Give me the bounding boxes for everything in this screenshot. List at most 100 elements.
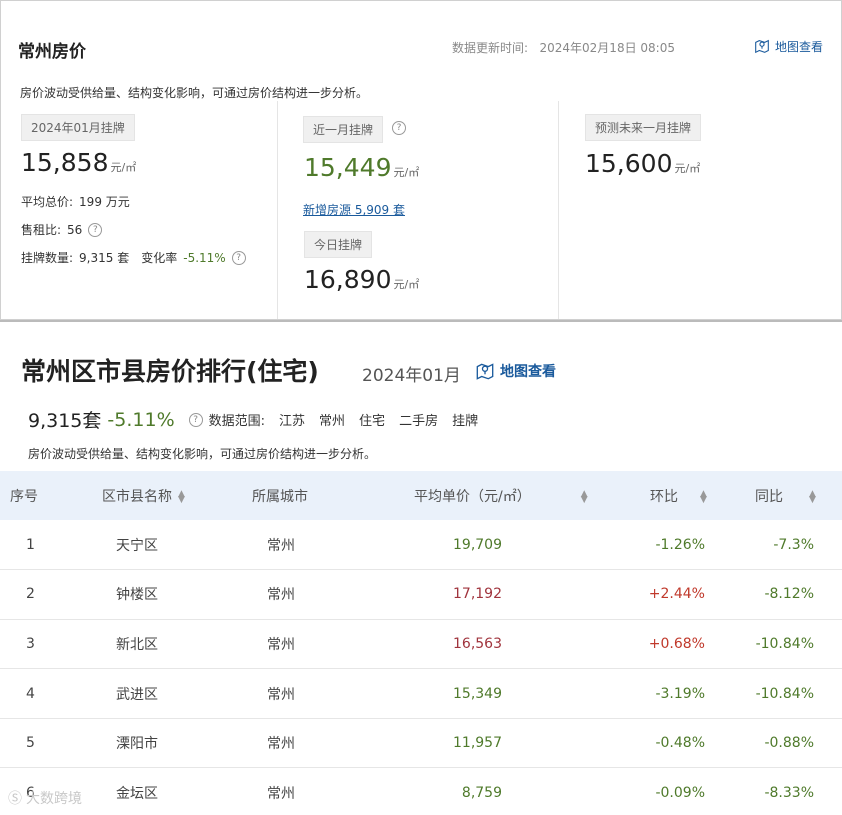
listing-count: 9,315套 <box>28 410 102 432</box>
change-rate: -5.11% <box>107 408 175 431</box>
cell-district: 武进区 <box>90 668 240 719</box>
table-row[interactable]: 6 金坛区 常州 8,759 -0.09% -8.33% <box>0 767 842 815</box>
listing-count-label: 挂牌数量: <box>21 251 74 265</box>
header-avg-price[interactable]: 平均单价（元/㎡） ▲ ▼ <box>380 471 610 520</box>
price-value: 16,890 <box>304 265 392 294</box>
table-row[interactable]: 1 天宁区 常州 19,709 -1.26% -7.3% <box>0 520 842 571</box>
map-view-link[interactable]: 地图查看 <box>753 37 823 55</box>
header-mom[interactable]: 环比 ▲ ▼ <box>610 471 725 520</box>
sort-icon[interactable]: ▲ ▼ <box>581 489 588 504</box>
cell-rank: 4 <box>0 668 90 719</box>
price-unit: 元/㎡ <box>674 162 701 175</box>
header-city: 所属城市 <box>252 488 308 505</box>
update-value: 2024年02月18日 08:05 <box>539 41 675 55</box>
avg-total-stat: 平均总价: 199 万元 <box>21 193 130 210</box>
current-month-price: 15,858 元/㎡ <box>21 148 136 177</box>
cell-avg-price: 19,709 <box>380 520 610 571</box>
update-label: 数据更新时间: <box>452 41 529 55</box>
today-listing-tag: 今日挂牌 <box>304 231 373 258</box>
recent-month-tag: 近一月挂牌 <box>303 116 384 143</box>
cell-avg-price: 15,349 <box>380 668 610 719</box>
forecast-price: 15,600 元/㎡ <box>585 149 700 178</box>
cell-yoy: -0.88% <box>725 718 842 769</box>
map-pin-icon <box>476 363 494 380</box>
current-month-column: 2024年01月挂牌 15,858 元/㎡ 平均总价: 199 万元 售租比: 5… <box>1 101 277 319</box>
header-rank: 序号 <box>10 488 38 505</box>
rent-ratio-stat: 售租比: 56 ? <box>21 221 103 238</box>
ranking-stats: 9,315套 -5.11% ? 数据范围: 江苏 常州 住宅 二手房 挂牌 <box>28 406 478 433</box>
change-rate-value: -5.11% <box>183 250 226 265</box>
cell-district: 金坛区 <box>90 767 240 815</box>
cell-avg-price: 16,563 <box>380 619 610 670</box>
recent-month-column: 近一月挂牌 ? 15,449 元/㎡ 新增房源 5,909 套 今日挂牌 16,8… <box>277 101 558 319</box>
watermark-text: 大数跨境 <box>26 791 82 807</box>
rent-ratio-label: 售租比: <box>21 223 62 237</box>
scope-item: 挂牌 <box>452 414 479 429</box>
ranking-table: 序号 区市县名称 ▲ ▼ 所属城市 平均单价（元/㎡） ▲ ▼ 环比 ▲ ▼ 同比 ▲ ▼ 1天… <box>0 471 842 815</box>
cell-mom: -0.09% <box>610 767 725 815</box>
cell-rank: 5 <box>0 718 90 769</box>
ranking-date: 2024年01月 <box>362 366 461 386</box>
map-pin-icon <box>755 39 769 54</box>
header-district[interactable]: 区市县名称 ▲ ▼ <box>90 471 240 520</box>
table-row[interactable]: 4 武进区 常州 15,349 -3.19% -10.84% <box>0 668 842 719</box>
price-value: 15,858 <box>21 148 109 177</box>
help-icon[interactable]: ? <box>231 250 246 265</box>
cell-avg-price: 8,759 <box>380 767 610 815</box>
cell-district: 天宁区 <box>90 520 240 571</box>
rent-ratio-value: 56 <box>67 222 83 237</box>
cell-city: 常州 <box>240 668 380 719</box>
price-unit: 元/㎡ <box>110 161 137 174</box>
cell-yoy: -10.84% <box>725 668 842 719</box>
map-link-label: 地图查看 <box>500 364 556 380</box>
cell-mom: -1.26% <box>610 520 725 571</box>
scope-item: 常州 <box>319 414 346 429</box>
cell-mom: -3.19% <box>610 668 725 719</box>
cell-district: 新北区 <box>90 619 240 670</box>
help-icon[interactable]: ? <box>392 121 406 135</box>
help-icon[interactable]: ? <box>188 412 203 427</box>
cell-avg-price: 11,957 <box>380 718 610 769</box>
cell-city: 常州 <box>240 718 380 769</box>
help-icon[interactable]: ? <box>88 222 103 237</box>
recent-month-price: 15,449 元/㎡ <box>304 153 419 182</box>
table-row[interactable]: 2 钟楼区 常州 17,192 +2.44% -8.12% <box>0 569 842 620</box>
scope-item: 二手房 <box>399 414 439 429</box>
avg-total-value: 199 万元 <box>79 195 130 209</box>
cell-city: 常州 <box>240 619 380 670</box>
price-value: 15,449 <box>304 153 392 182</box>
sort-icon[interactable]: ▲ ▼ <box>700 489 707 504</box>
table-header-row: 序号 区市县名称 ▲ ▼ 所属城市 平均单价（元/㎡） ▲ ▼ 环比 ▲ ▼ 同比 ▲ ▼ <box>0 471 842 520</box>
price-value: 15,600 <box>585 149 673 178</box>
cell-avg-price: 17,192 <box>380 569 610 620</box>
scope-item: 江苏 <box>279 414 306 429</box>
cell-district: 钟楼区 <box>90 569 240 620</box>
ranking-description: 房价波动受供给量、结构变化影响，可通过房价结构进一步分析。 <box>28 447 377 461</box>
table-row[interactable]: 3 新北区 常州 16,563 +0.68% -10.84% <box>0 619 842 670</box>
panel-title: 常州房价 <box>18 42 86 62</box>
new-listing-link[interactable]: 新增房源 5,909 套 <box>303 201 405 218</box>
listing-count-stat: 挂牌数量: 9,315 套 变化率 -5.11% ? <box>21 249 246 266</box>
cell-mom: -0.48% <box>610 718 725 769</box>
cell-yoy: -8.33% <box>725 767 842 815</box>
sort-icon[interactable]: ▲ ▼ <box>178 489 185 504</box>
header-yoy[interactable]: 同比 ▲ ▼ <box>725 471 842 520</box>
cell-yoy: -10.84% <box>725 619 842 670</box>
cell-city: 常州 <box>240 520 380 571</box>
panel-description: 房价波动受供给量、结构变化影响，可通过房价结构进一步分析。 <box>20 86 369 100</box>
cell-city: 常州 <box>240 569 380 620</box>
forecast-tag: 预测未来一月挂牌 <box>585 114 702 141</box>
avg-total-label: 平均总价: <box>21 195 74 209</box>
table-row[interactable]: 5 溧阳市 常州 11,957 -0.48% -0.88% <box>0 718 842 769</box>
listing-count-value: 9,315 套 <box>79 251 130 265</box>
update-time: 数据更新时间: 2024年02月18日 08:05 <box>452 39 675 56</box>
city-price-panel: 常州房价 数据更新时间: 2024年02月18日 08:05 地图查看 房价波动… <box>0 0 842 320</box>
cell-mom: +2.44% <box>610 569 725 620</box>
today-listing-price: 16,890 元/㎡ <box>304 265 419 294</box>
change-rate-label: 变化率 <box>141 251 178 265</box>
cell-mom: +0.68% <box>610 619 725 670</box>
ranking-map-link[interactable]: 地图查看 <box>474 360 556 382</box>
cell-city: 常州 <box>240 767 380 815</box>
section-divider <box>0 320 842 322</box>
sort-icon[interactable]: ▲ ▼ <box>809 489 816 504</box>
